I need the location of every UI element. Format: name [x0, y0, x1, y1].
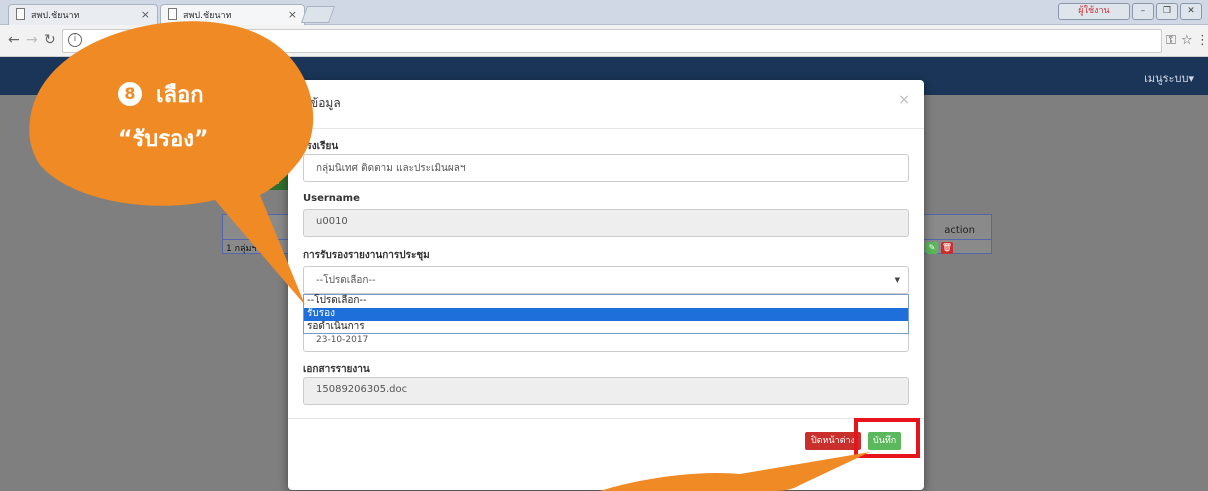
school-label: เรงเรียน	[303, 141, 339, 152]
close-tab-icon[interactable]: ×	[288, 8, 297, 21]
key-icon[interactable]: ⚿	[1166, 33, 1176, 48]
dropdown-option-pending[interactable]: รอดำเนินการ	[304, 321, 908, 334]
approval-selected-value: --โปรดเลือก--	[316, 275, 376, 286]
dropdown-option-placeholder[interactable]: --โปรดเลือก--	[304, 295, 908, 308]
callout-text: 8 เลือก “รับรอง”	[118, 74, 208, 162]
document-label: เอกสารรายงาน	[303, 364, 370, 375]
save-button-highlight	[854, 418, 920, 458]
document-icon	[168, 8, 177, 20]
address-bar: ← → ↻ i ⚿ ☆ ⋮	[0, 25, 1208, 57]
system-menu-dropdown[interactable]: เมนูระบบ▾	[1144, 69, 1194, 87]
close-window-button[interactable]: ปิดหน้าต่าง	[805, 432, 861, 450]
forward-icon[interactable]: →	[26, 32, 38, 48]
approval-select[interactable]: --โปรดเลือก-- ▼	[303, 266, 909, 294]
approval-label: การรับรองรายงานการประชุม	[303, 250, 430, 261]
divider	[288, 128, 924, 129]
restore-icon[interactable]: ❐	[1156, 3, 1178, 20]
table-row-text: 1 กลุ่มฯ	[226, 244, 257, 254]
tab-title: สพป.ชัยนาท	[31, 11, 80, 21]
back-icon[interactable]: ←	[8, 32, 20, 48]
school-field[interactable]: กลุ่มนิเทศ ติดตาม และประเมินผลฯ	[303, 154, 909, 182]
bookmark-star-icon[interactable]: ☆	[1181, 33, 1193, 48]
close-icon[interactable]: ×	[898, 92, 910, 108]
callout-line2: “รับรอง”	[118, 127, 209, 152]
minimize-icon[interactable]: –	[1132, 3, 1154, 20]
edit-modal: ข้อมูล × เรงเรียน กลุ่มนิเทศ ติดตาม และป…	[288, 80, 924, 490]
edit-icon[interactable]: ✎	[926, 242, 938, 254]
browser-tabbar: สพป.ชัยนาท × สพป.ชัยนาท × ผู้ใช้งาน – ❐ …	[0, 0, 1208, 25]
user-profile-button[interactable]: ผู้ใช้งาน	[1058, 3, 1130, 20]
info-icon[interactable]: i	[68, 33, 82, 47]
new-tab-button[interactable]	[300, 6, 336, 23]
tab-title: สพป.ชัยนาท	[183, 11, 232, 21]
window-controls: ผู้ใช้งาน – ❐ ✕	[1058, 3, 1202, 20]
background-button: ครั้	[262, 170, 290, 190]
divider	[288, 418, 924, 419]
browser-tab[interactable]: สพป.ชัยนาท ×	[8, 4, 158, 25]
close-window-icon[interactable]: ✕	[1180, 3, 1202, 20]
browser-tab-active[interactable]: สพป.ชัยนาท ×	[160, 4, 305, 25]
trash-icon[interactable]: 🗑	[941, 242, 953, 254]
row-actions: ✎ 🗑	[926, 242, 953, 254]
table-header-action: action	[944, 225, 975, 236]
url-input[interactable]: i	[62, 29, 1162, 53]
username-field: u0010	[303, 209, 909, 237]
step-number-badge: 8	[118, 82, 142, 106]
document-icon	[16, 8, 25, 20]
username-label: Username	[303, 193, 360, 204]
callout-line1: 8 เลือก	[118, 74, 208, 118]
reload-icon[interactable]: ↻	[44, 32, 56, 48]
document-field: 15089206305.doc	[303, 377, 909, 405]
dropdown-option-approve[interactable]: รับรอง	[304, 308, 908, 321]
approval-dropdown-list: --โปรดเลือก-- รับรอง รอดำเนินการ	[303, 294, 909, 334]
close-tab-icon[interactable]: ×	[141, 8, 150, 21]
modal-title: ข้อมูล	[310, 96, 341, 110]
caret-down-icon: ▼	[894, 276, 900, 284]
menu-kebab-icon[interactable]: ⋮	[1196, 33, 1208, 48]
